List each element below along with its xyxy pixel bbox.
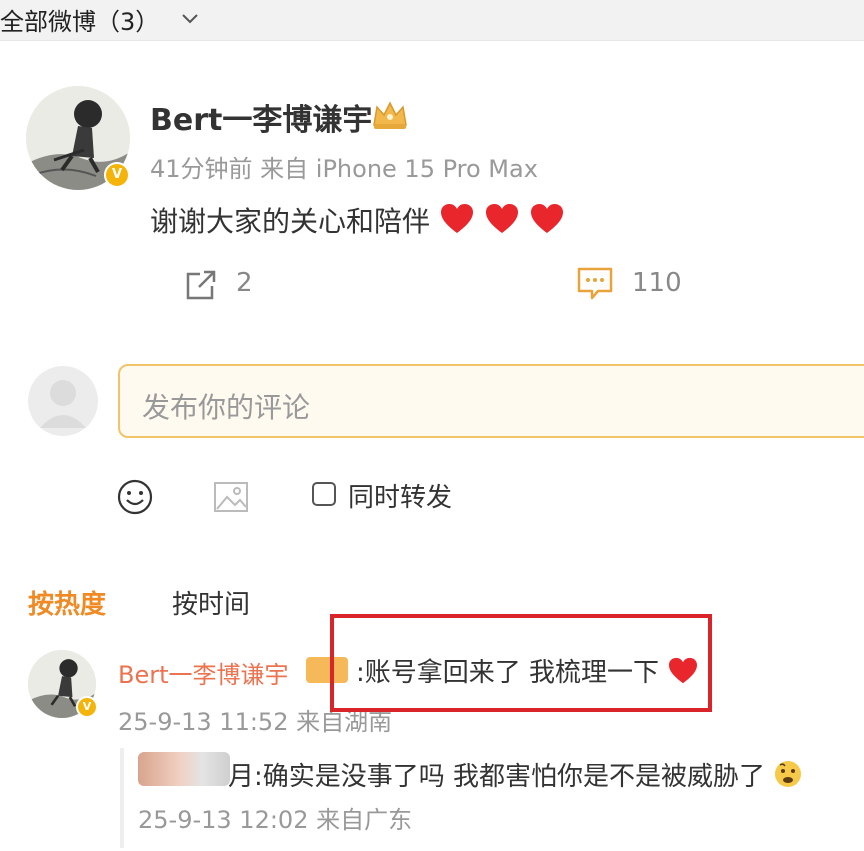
- tab-sort-hot[interactable]: 按热度: [28, 584, 106, 621]
- post-body: 谢谢大家的关心和陪伴: [150, 200, 565, 240]
- comment-icon[interactable]: [576, 266, 614, 302]
- verified-badge-icon: V: [76, 696, 98, 718]
- scared-face-emoji-icon: [775, 761, 802, 787]
- reply-thread-line: [120, 748, 124, 848]
- current-user-avatar: [28, 366, 98, 436]
- feed-filter-title[interactable]: 全部微博（3）: [0, 2, 159, 37]
- reply-meta: 25-9-13 12:02 来自广东: [138, 806, 413, 834]
- image-icon[interactable]: [212, 478, 250, 516]
- emoji-icon[interactable]: [116, 478, 154, 516]
- vip-crown-icon: [373, 101, 407, 129]
- heart-emoji-icon: [530, 204, 563, 233]
- post-text: 谢谢大家的关心和陪伴: [150, 205, 431, 238]
- verified-badge-icon: V: [104, 162, 130, 188]
- top-bar: 全部微博（3）: [0, 0, 864, 41]
- redacted-username: [138, 752, 230, 786]
- heart-emoji-icon: [440, 204, 473, 233]
- reply-text: 月:确实是没事了吗 我都害怕你是不是被威胁了: [228, 756, 803, 793]
- repost-count[interactable]: 2: [236, 268, 253, 298]
- reply-text-body: 月:确实是没事了吗 我都害怕你是不是被威胁了: [228, 762, 766, 792]
- red-highlight-box: [330, 614, 712, 712]
- repost-icon[interactable]: [184, 268, 218, 302]
- forward-checkbox[interactable]: [312, 482, 336, 506]
- comment-input[interactable]: 发布你的评论: [118, 364, 864, 438]
- comment-count[interactable]: 110: [632, 268, 682, 298]
- tab-sort-time[interactable]: 按时间: [172, 584, 250, 621]
- heart-emoji-icon: [485, 204, 518, 233]
- chevron-down-icon[interactable]: [178, 6, 202, 30]
- forward-label: 同时转发: [348, 483, 453, 513]
- comment-username[interactable]: Bert一李博谦宇: [118, 655, 289, 690]
- post-meta: 41分钟前 来自 iPhone 15 Pro Max: [150, 155, 538, 183]
- post-username[interactable]: Bert一李博谦宇: [150, 95, 372, 139]
